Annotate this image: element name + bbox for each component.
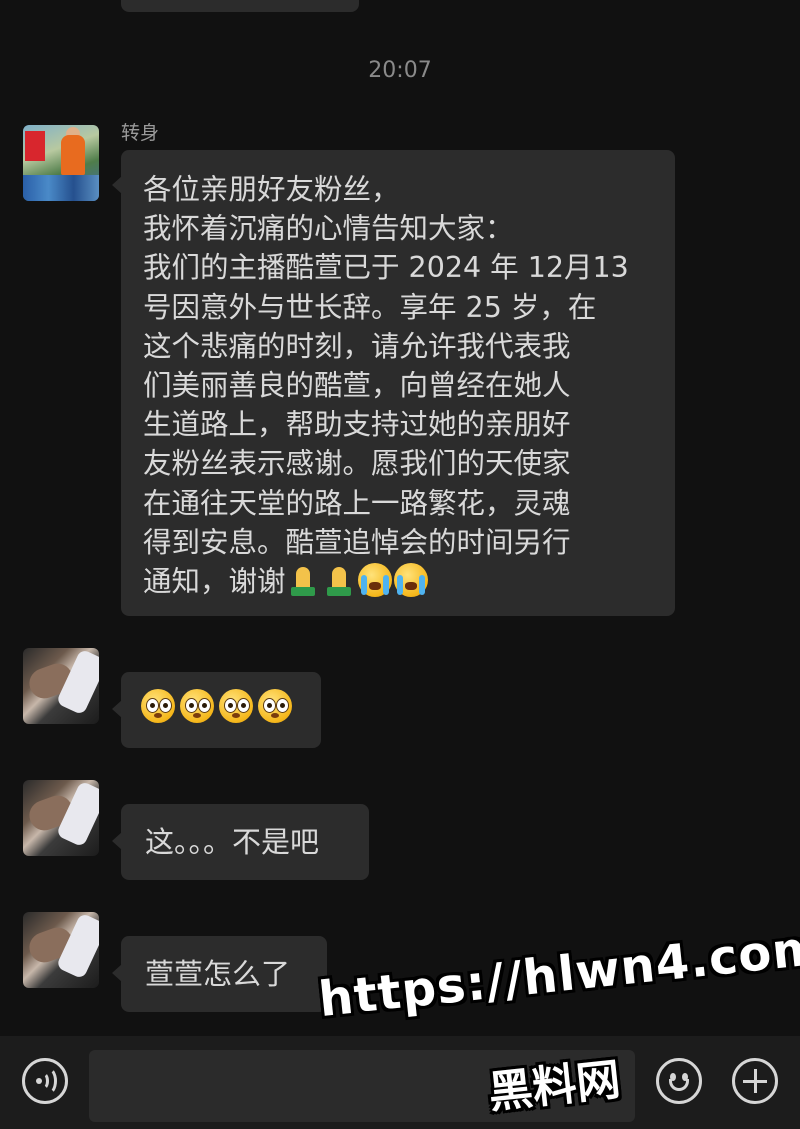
- message-line: 得到安息。酷萱追悼会的时间另行: [143, 525, 571, 559]
- emoji-icon[interactable]: [656, 1058, 702, 1104]
- sender-name: 转身: [121, 122, 160, 144]
- plus-icon[interactable]: [732, 1058, 778, 1104]
- loudly-crying-face-icon: [393, 563, 428, 598]
- message-line: 通知，谢谢: [143, 565, 286, 599]
- message-timestamp: 20:07: [368, 58, 432, 83]
- watermark-label: 黑料网: [486, 1054, 623, 1119]
- reply-avatar[interactable]: [23, 780, 99, 856]
- watermark-url: https://hlwn4.com: [316, 919, 800, 1028]
- message-line: 我怀着沉痛的心情告知大家：: [143, 212, 514, 246]
- message-bubble-emoji[interactable]: [112, 672, 321, 748]
- reply-avatar[interactable]: [23, 648, 99, 724]
- message-line: 号因意外与世长辞。享年 25 岁，在: [143, 290, 597, 324]
- message-bubble-text[interactable]: 萱萱怎么了: [112, 936, 327, 1012]
- flushed-face-icon: [258, 689, 292, 723]
- flushed-face-icon: [219, 689, 253, 723]
- flushed-face-icon: [141, 689, 175, 723]
- voice-icon[interactable]: [22, 1058, 68, 1104]
- loudly-crying-face-icon: [357, 563, 392, 598]
- flushed-face-icon: [180, 689, 214, 723]
- sender-avatar[interactable]: [23, 125, 99, 201]
- message-bubble-text[interactable]: 这。。。不是吧: [112, 804, 369, 880]
- praying-hands-icon: [286, 563, 320, 597]
- message-line: 我们的主播酷萱已于 2024 年 12月13: [143, 251, 629, 285]
- message-bubble-announcement[interactable]: 各位亲朋好友粉丝， 我怀着沉痛的心情告知大家： 我们的主播酷萱已于 2024 年…: [112, 150, 675, 616]
- message-line: 生道路上，帮助支持过她的亲朋好: [143, 408, 571, 442]
- reply-avatar[interactable]: [23, 912, 99, 988]
- previous-message-bubble: [121, 0, 359, 12]
- input-bar: [0, 1036, 800, 1129]
- praying-hands-icon: [322, 563, 356, 597]
- message-line: 友粉丝表示感谢。愿我们的天使家: [143, 447, 571, 481]
- message-line: 们美丽善良的酷萱，向曾经在她人: [143, 369, 571, 403]
- message-line: 这个悲痛的时刻，请允许我代表我: [143, 329, 571, 363]
- message-line: 在通往天堂的路上一路繁花，灵魂: [143, 486, 571, 520]
- message-line: 各位亲朋好友粉丝，: [143, 173, 400, 206]
